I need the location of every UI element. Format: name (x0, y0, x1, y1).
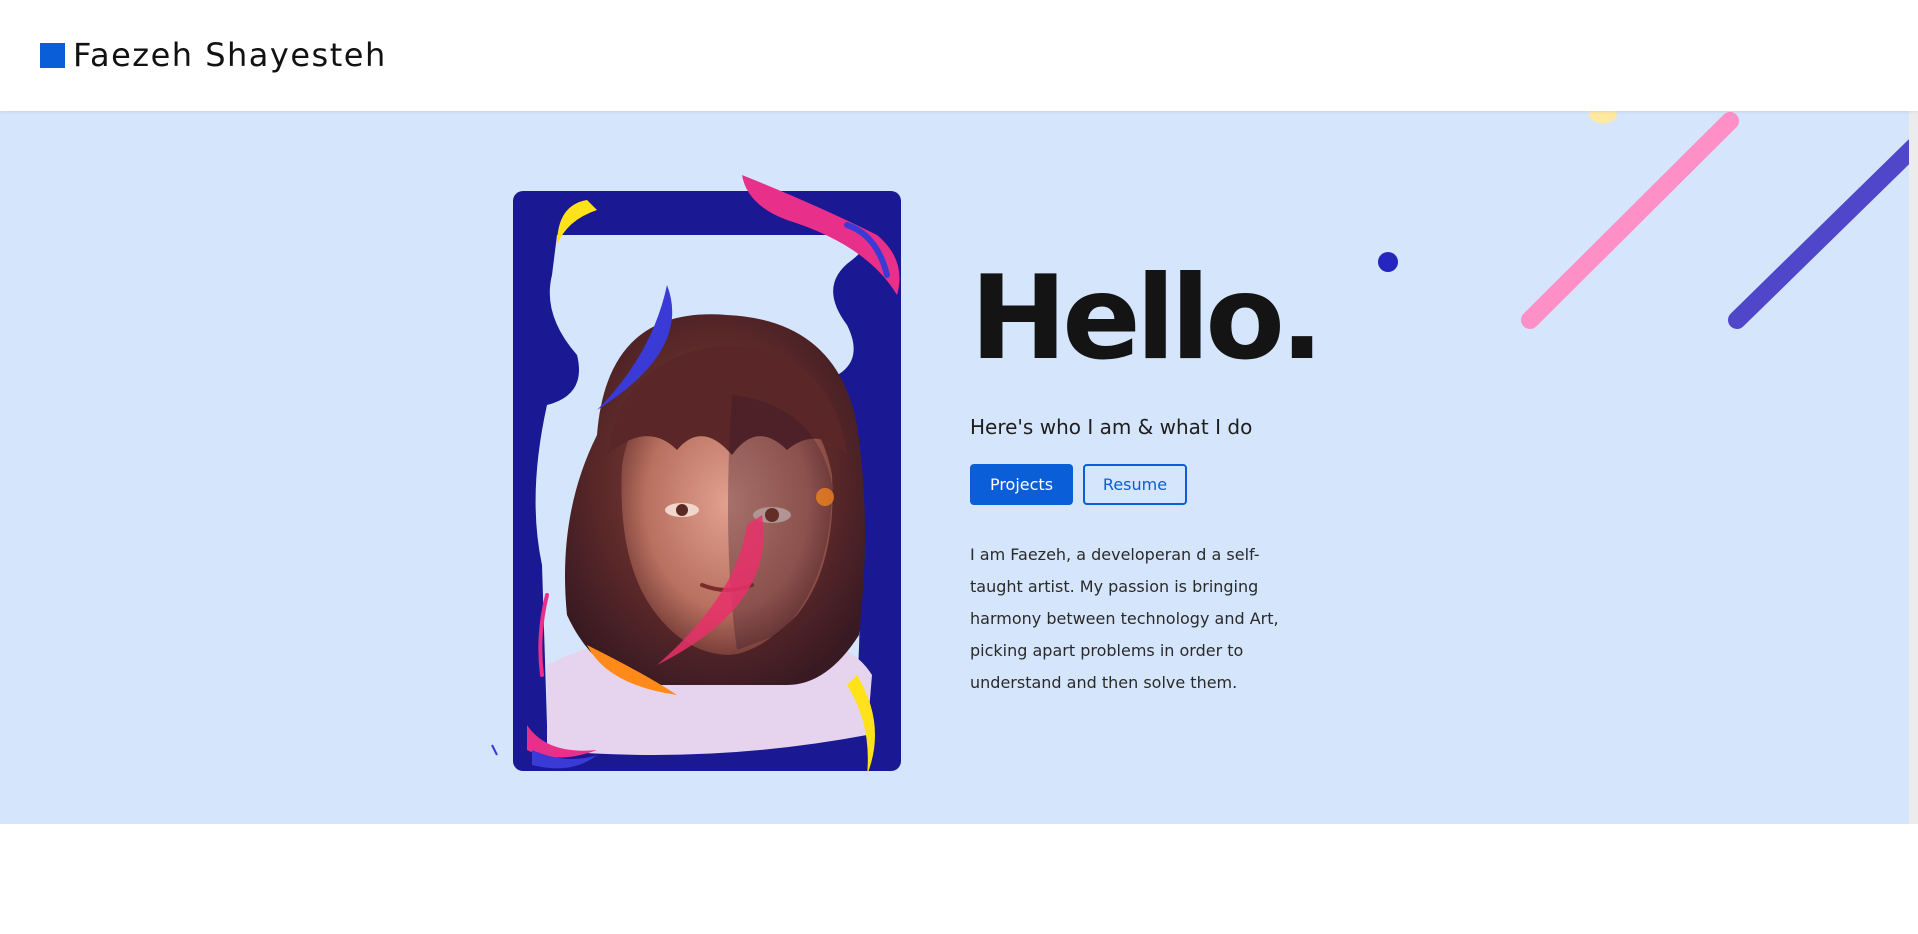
resume-button[interactable]: Resume (1083, 464, 1187, 505)
portrait-illustration (491, 175, 901, 775)
hero-section: Hello. Here's who I am & what I do Proje… (0, 111, 1909, 824)
brand-name: Faezeh Shayesteh (73, 36, 387, 74)
site-header: Faezeh Shayesteh (0, 0, 1918, 111)
hero-bio: I am Faezeh, a developeran d a self-taug… (970, 545, 1279, 692)
brand-link[interactable]: Faezeh Shayesteh (40, 36, 387, 74)
hero-content: Hello. Here's who I am & what I do Proje… (970, 251, 1324, 715)
projects-button[interactable]: Projects (970, 464, 1073, 505)
yellow-blob-decoration (1589, 111, 1617, 123)
purple-stroke-decoration (1728, 139, 1909, 329)
pink-stroke-decoration (1521, 112, 1739, 329)
hero-buttons: Projects Resume (970, 464, 1300, 505)
logo-square-icon (40, 42, 65, 68)
hero-heading: Hello. (970, 251, 1324, 386)
page-scrollbar[interactable] (1909, 111, 1918, 824)
blue-dot-decoration (1378, 252, 1398, 272)
page-below-fold (0, 824, 1918, 934)
hero-decoration (1378, 111, 1909, 329)
hero-tagline: Here's who I am & what I do (970, 415, 1253, 439)
